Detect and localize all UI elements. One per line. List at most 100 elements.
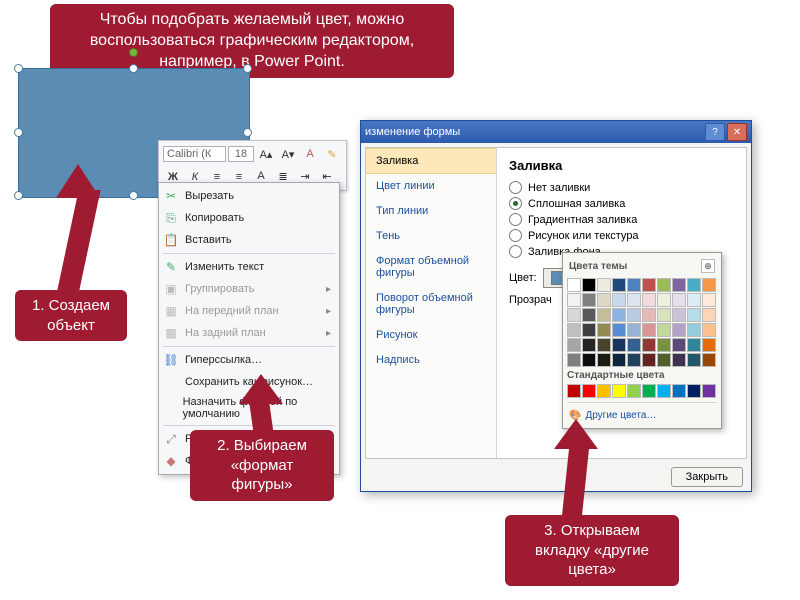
color-swatch[interactable] bbox=[672, 293, 686, 307]
resize-handle[interactable] bbox=[14, 191, 23, 200]
color-swatch[interactable] bbox=[702, 323, 716, 337]
color-swatch[interactable] bbox=[657, 353, 671, 367]
resize-handle[interactable] bbox=[243, 128, 252, 137]
color-swatch[interactable] bbox=[642, 384, 656, 398]
menu-hyperlink[interactable]: ⛓Гиперссылка… bbox=[159, 349, 339, 371]
color-swatch[interactable] bbox=[657, 338, 671, 352]
color-swatch[interactable] bbox=[702, 338, 716, 352]
color-swatch[interactable] bbox=[597, 384, 611, 398]
menu-paste[interactable]: 📋Вставить bbox=[159, 229, 339, 251]
color-swatch[interactable] bbox=[612, 384, 626, 398]
format-painter-icon[interactable]: ✎ bbox=[322, 144, 342, 164]
color-swatch[interactable] bbox=[582, 278, 596, 292]
color-swatch[interactable] bbox=[702, 293, 716, 307]
nav-shadow[interactable]: Тень bbox=[366, 224, 496, 249]
menu-edit-text[interactable]: ✎Изменить текст bbox=[159, 256, 339, 278]
color-swatch[interactable] bbox=[582, 293, 596, 307]
radio-icon[interactable] bbox=[509, 245, 522, 258]
grow-font-icon[interactable]: A▴ bbox=[256, 144, 276, 164]
color-swatch[interactable] bbox=[642, 353, 656, 367]
color-swatch[interactable] bbox=[567, 278, 581, 292]
color-swatch[interactable] bbox=[702, 353, 716, 367]
nav-fill[interactable]: Заливка bbox=[366, 148, 496, 174]
color-swatch[interactable] bbox=[597, 278, 611, 292]
color-swatch[interactable] bbox=[567, 353, 581, 367]
resize-handle[interactable] bbox=[129, 191, 138, 200]
color-swatch[interactable] bbox=[642, 278, 656, 292]
color-swatch[interactable] bbox=[657, 323, 671, 337]
color-swatch[interactable] bbox=[582, 323, 596, 337]
color-swatch[interactable] bbox=[582, 384, 596, 398]
color-swatch[interactable] bbox=[642, 323, 656, 337]
color-swatch[interactable] bbox=[612, 293, 626, 307]
color-swatch[interactable] bbox=[627, 338, 641, 352]
color-swatch[interactable] bbox=[612, 308, 626, 322]
nav-text[interactable]: Надпись bbox=[366, 348, 496, 373]
radio-icon[interactable] bbox=[509, 229, 522, 242]
color-swatch[interactable] bbox=[627, 384, 641, 398]
resize-handle[interactable] bbox=[14, 64, 23, 73]
color-swatch[interactable] bbox=[582, 308, 596, 322]
shrink-font-icon[interactable]: A▾ bbox=[278, 144, 298, 164]
color-swatch[interactable] bbox=[567, 338, 581, 352]
resize-handle[interactable] bbox=[14, 128, 23, 137]
color-swatch[interactable] bbox=[627, 293, 641, 307]
titlebar[interactable]: изменение формы ? ✕ bbox=[361, 121, 751, 143]
nav-line-color[interactable]: Цвет линии bbox=[366, 174, 496, 199]
color-swatch[interactable] bbox=[642, 293, 656, 307]
color-swatch[interactable] bbox=[672, 384, 686, 398]
color-swatch[interactable] bbox=[672, 338, 686, 352]
color-swatch[interactable] bbox=[687, 308, 701, 322]
radio-icon[interactable] bbox=[509, 181, 522, 194]
nav-3d-format[interactable]: Формат объемной фигуры bbox=[366, 249, 496, 286]
resize-handle[interactable] bbox=[129, 64, 138, 73]
color-swatch[interactable] bbox=[597, 323, 611, 337]
color-swatch[interactable] bbox=[612, 338, 626, 352]
color-swatch[interactable] bbox=[657, 384, 671, 398]
color-swatch[interactable] bbox=[702, 308, 716, 322]
nav-line-type[interactable]: Тип линии bbox=[366, 199, 496, 224]
color-swatch[interactable] bbox=[687, 293, 701, 307]
pin-icon[interactable]: ⊕ bbox=[701, 259, 715, 273]
color-swatch[interactable] bbox=[627, 278, 641, 292]
color-swatch[interactable] bbox=[627, 323, 641, 337]
color-swatch[interactable] bbox=[687, 338, 701, 352]
nav-picture[interactable]: Рисунок bbox=[366, 323, 496, 348]
color-swatch[interactable] bbox=[657, 293, 671, 307]
color-swatch[interactable] bbox=[567, 293, 581, 307]
font-name-box[interactable]: Calibri (К bbox=[163, 146, 226, 162]
color-swatch[interactable] bbox=[627, 353, 641, 367]
color-swatch[interactable] bbox=[657, 308, 671, 322]
color-swatch[interactable] bbox=[642, 338, 656, 352]
color-swatch[interactable] bbox=[702, 384, 716, 398]
color-swatch[interactable] bbox=[597, 308, 611, 322]
color-swatch[interactable] bbox=[612, 353, 626, 367]
option-no-fill[interactable]: Нет заливки bbox=[509, 181, 734, 194]
font-size-box[interactable]: 18 bbox=[228, 146, 254, 162]
color-swatch[interactable] bbox=[597, 338, 611, 352]
nav-3d-rotation[interactable]: Поворот объемной фигуры bbox=[366, 286, 496, 323]
menu-copy[interactable]: ⎘Копировать bbox=[159, 207, 339, 229]
option-picture-fill[interactable]: Рисунок или текстура bbox=[509, 229, 734, 242]
rotate-handle[interactable] bbox=[129, 48, 138, 57]
radio-icon[interactable] bbox=[509, 213, 522, 226]
option-solid-fill[interactable]: Сплошная заливка bbox=[509, 197, 734, 210]
menu-cut[interactable]: ✂Вырезать bbox=[159, 185, 339, 207]
change-case-icon[interactable]: A bbox=[300, 144, 320, 164]
color-swatch[interactable] bbox=[657, 278, 671, 292]
color-swatch[interactable] bbox=[612, 278, 626, 292]
help-button[interactable]: ? bbox=[705, 123, 725, 141]
radio-icon[interactable] bbox=[509, 197, 522, 210]
color-swatch[interactable] bbox=[672, 308, 686, 322]
color-swatch[interactable] bbox=[597, 353, 611, 367]
color-swatch[interactable] bbox=[687, 323, 701, 337]
color-swatch[interactable] bbox=[687, 353, 701, 367]
color-swatch[interactable] bbox=[687, 278, 701, 292]
close-dialog-button[interactable]: Закрыть bbox=[671, 467, 743, 487]
resize-handle[interactable] bbox=[243, 64, 252, 73]
color-swatch[interactable] bbox=[672, 278, 686, 292]
color-swatch[interactable] bbox=[582, 338, 596, 352]
option-gradient-fill[interactable]: Градиентная заливка bbox=[509, 213, 734, 226]
color-swatch[interactable] bbox=[567, 384, 581, 398]
color-swatch[interactable] bbox=[582, 353, 596, 367]
